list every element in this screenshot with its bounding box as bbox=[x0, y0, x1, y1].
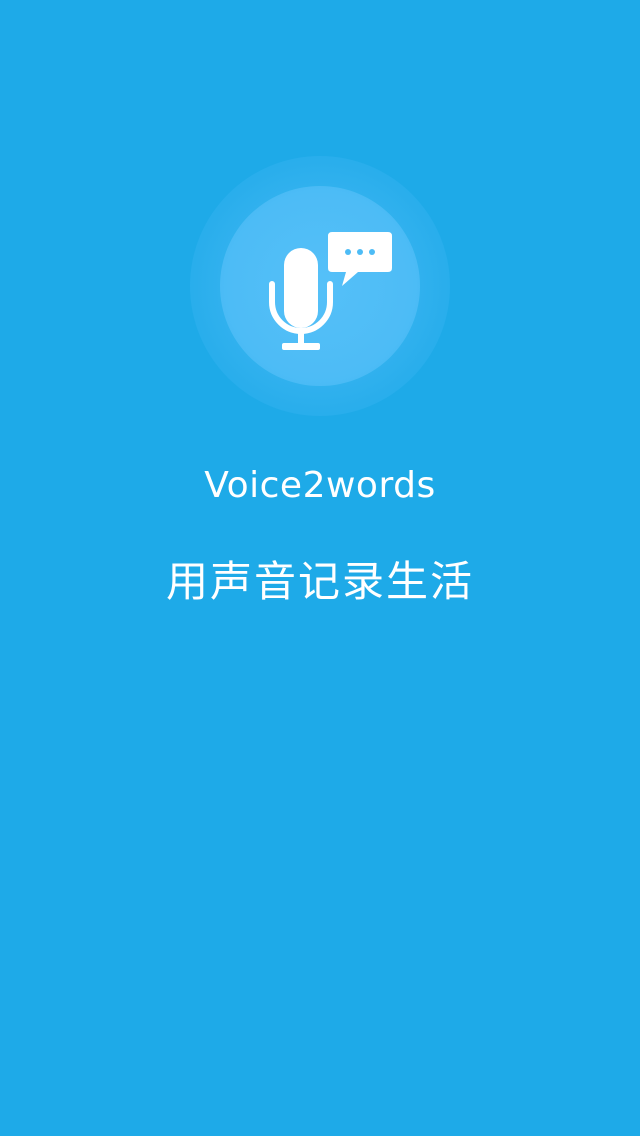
microphone-speech-bubble-icon bbox=[269, 232, 392, 350]
app-logo bbox=[190, 156, 450, 416]
splash-screen: Voice2words 用声音记录生活 bbox=[0, 0, 640, 1136]
app-slogan: 用声音记录生活 bbox=[165, 557, 474, 606]
app-name: Voice2words bbox=[204, 465, 436, 506]
